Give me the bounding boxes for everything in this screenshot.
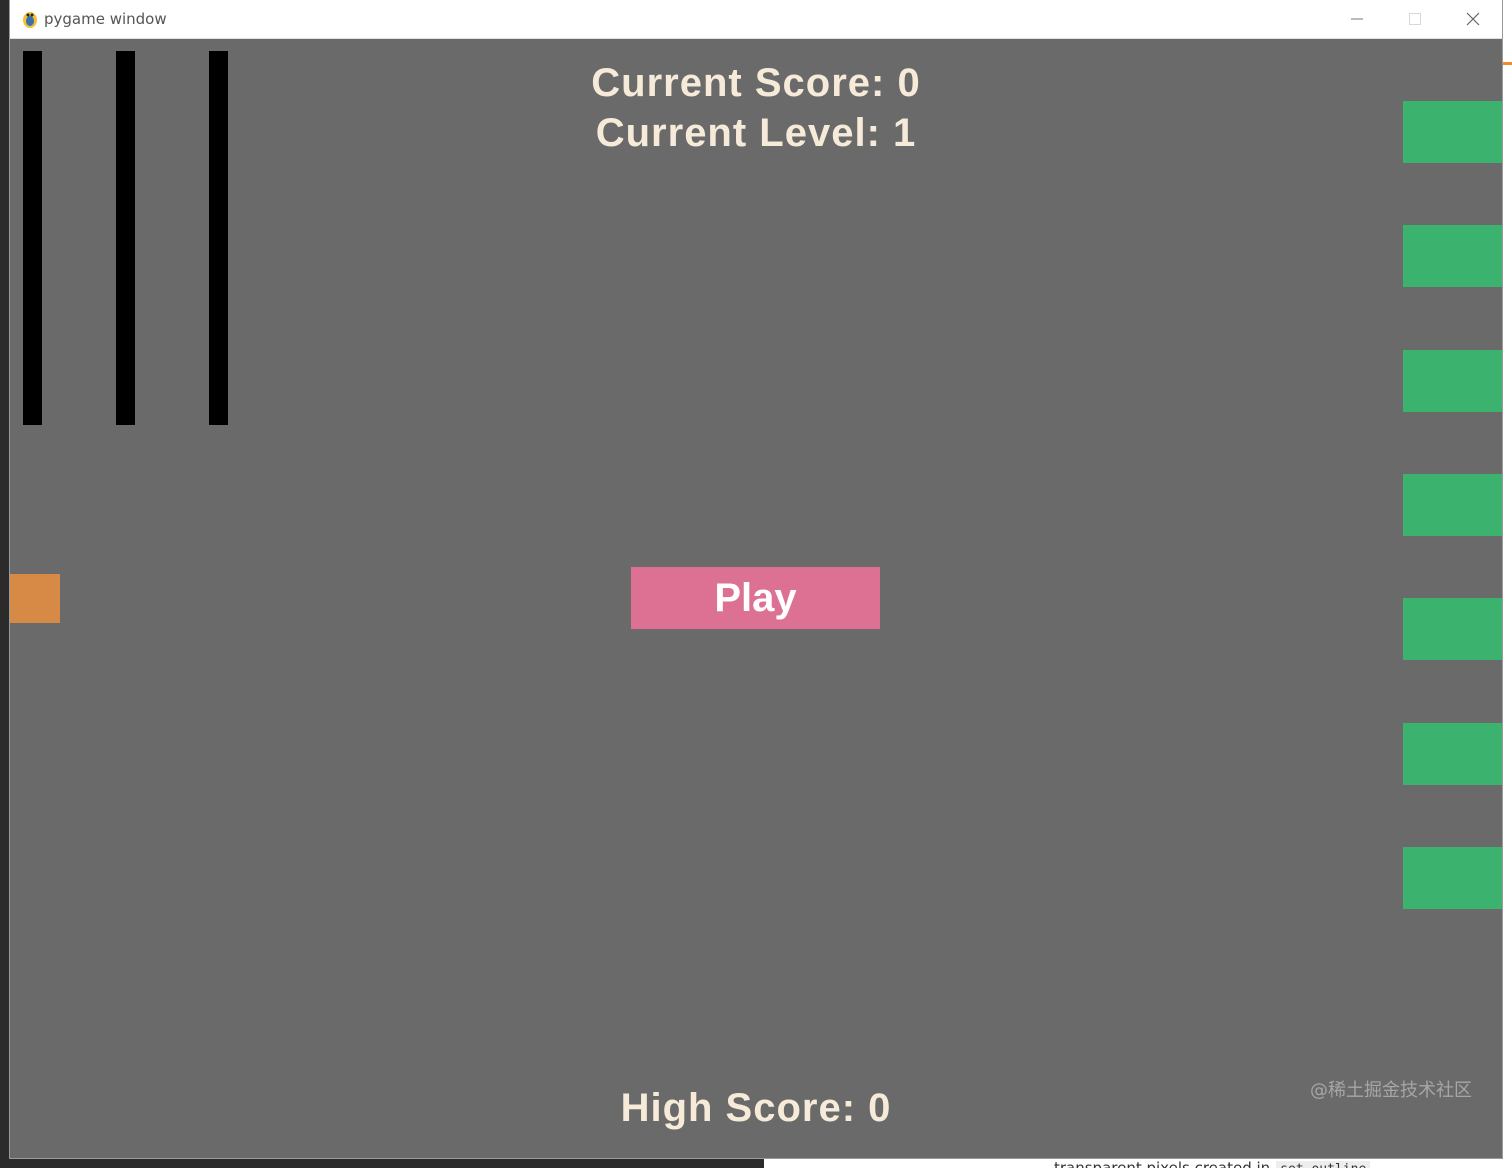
high-score: High Score: 0 [620, 1086, 892, 1130]
title-bar[interactable]: pygame window [10, 0, 1502, 39]
close-button[interactable] [1444, 0, 1502, 38]
maximize-icon [1409, 13, 1421, 25]
pygame-window: pygame window Current Score: 0 Current L… [10, 0, 1502, 1158]
green-target-5 [1403, 598, 1502, 660]
background-editor-left [0, 0, 10, 1168]
black-bar-2 [116, 51, 135, 425]
pygame-snake-icon [23, 12, 37, 28]
watermark: @稀土掘金技术社区 [1310, 1080, 1472, 1101]
close-icon [1466, 12, 1480, 26]
game-canvas[interactable]: Current Score: 0 Current Level: 1 Play H… [10, 39, 1502, 1158]
minimize-button[interactable] [1328, 0, 1386, 38]
green-target-3 [1403, 350, 1502, 412]
play-button[interactable]: Play [631, 567, 880, 629]
black-bar-1 [23, 51, 42, 425]
background-page-bottom: transparent pixels created in set_outline [764, 1158, 1512, 1168]
maximize-button[interactable] [1386, 0, 1444, 38]
background-page-text: transparent pixels created in set_outline [1054, 1159, 1371, 1168]
green-target-7 [1403, 847, 1502, 909]
green-target-1 [1403, 101, 1502, 163]
black-bar-3 [209, 51, 228, 425]
background-text: transparent pixels created in [1054, 1159, 1271, 1168]
current-level: Current Level: 1 [595, 111, 917, 155]
background-page-right [1502, 0, 1512, 1168]
green-target-2 [1403, 225, 1502, 287]
player-block [10, 574, 60, 623]
window-title: pygame window [44, 10, 167, 28]
background-editor-bottom-left [0, 1158, 764, 1168]
minimize-icon [1351, 18, 1363, 20]
current-score: Current Score: 0 [591, 61, 921, 105]
background-accent-line [1502, 62, 1512, 65]
background-code: set_outline [1276, 1161, 1371, 1168]
desktop: transparent pixels created in set_outline… [0, 0, 1512, 1168]
green-target-4 [1403, 474, 1502, 536]
green-target-6 [1403, 723, 1502, 785]
